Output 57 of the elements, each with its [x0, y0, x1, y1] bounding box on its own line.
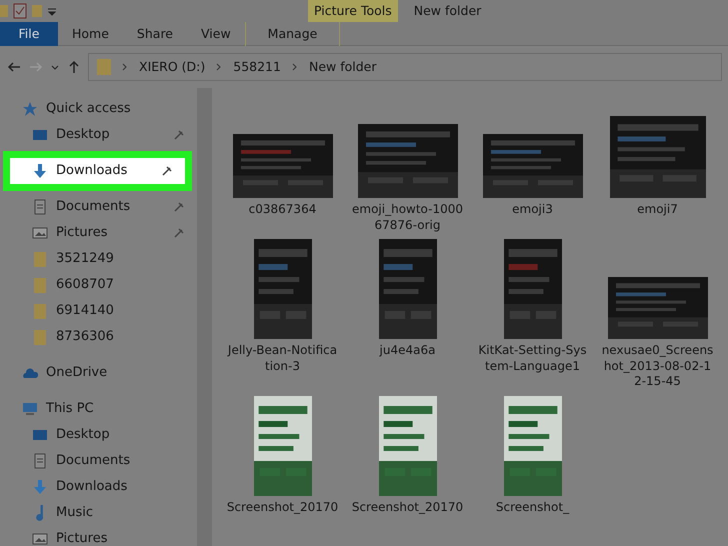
nav-item[interactable]: Documents: [0, 448, 198, 474]
picture-frame-icon: [32, 531, 48, 546]
file-name[interactable]: Screenshot_20170: [226, 500, 338, 516]
context-tab-label: Picture Tools: [308, 0, 398, 22]
file-name[interactable]: emoji_howto-100067876-orig: [352, 202, 464, 234]
chevron-right-icon: [290, 61, 299, 73]
breadcrumb-item[interactable]: New folder: [308, 58, 376, 76]
folder-icon: [32, 303, 48, 319]
download-arrow-icon: [32, 163, 48, 179]
ribbon-tab[interactable]: Share: [122, 22, 187, 46]
file-name[interactable]: c03867364: [226, 202, 338, 218]
ribbon-tab[interactable]: File: [0, 22, 58, 46]
nav-item[interactable]: Music: [0, 500, 198, 526]
ribbon-tab[interactable]: Home: [58, 22, 123, 46]
folder-icon: [32, 277, 48, 293]
address-bar[interactable]: XIERO (D:) 558211 New folder: [88, 53, 722, 81]
chevron-right-icon: [121, 61, 129, 73]
file-name[interactable]: emoji3: [476, 202, 588, 218]
nav-item[interactable]: 6608707: [0, 272, 198, 298]
nav-item[interactable]: Desktop: [0, 122, 198, 148]
document-icon: [32, 199, 48, 215]
folder-icon: [32, 251, 48, 267]
window-title: New folder: [412, 2, 482, 20]
ribbon-tab[interactable]: Manage: [244, 22, 340, 46]
monitor-icon: [32, 427, 48, 443]
breadcrumb-item[interactable]: XIERO (D:): [139, 58, 206, 76]
monitor-icon: [32, 127, 48, 143]
nav-item[interactable]: 8736306: [0, 324, 198, 350]
file-name[interactable]: emoji7: [602, 202, 714, 218]
nav-item[interactable]: This PC: [0, 396, 198, 422]
star-icon: [22, 101, 38, 117]
nav-item[interactable]: Documents: [0, 194, 198, 220]
chevron-right-icon: [215, 61, 224, 73]
breadcrumb-item[interactable]: 558211: [233, 58, 281, 76]
nav-item[interactable]: Desktop: [0, 422, 198, 448]
file-name[interactable]: nexusae0_Screenshot_2013-08-02-12-15-45: [602, 343, 714, 390]
nav-item[interactable]: Pictures: [0, 526, 198, 546]
computer-icon: [22, 401, 38, 417]
file-name[interactable]: ju4e4a6a: [352, 343, 464, 359]
nav-item[interactable]: 6914140: [0, 298, 198, 324]
ribbon-tab[interactable]: View: [187, 22, 245, 46]
download-arrow-icon: [32, 479, 48, 495]
nav-item[interactable]: Downloads: [10, 158, 186, 184]
file-name[interactable]: Screenshot_20170: [352, 500, 464, 516]
picture-frame-icon: [32, 225, 48, 241]
folder-icon: [97, 58, 111, 76]
file-name[interactable]: KitKat-Setting-System-Language1: [476, 343, 588, 374]
file-name[interactable]: Jelly-Bean-Notification-3: [226, 343, 338, 374]
music-note-icon: [36, 505, 44, 521]
nav-item[interactable]: Pictures: [0, 220, 198, 246]
file-name[interactable]: Screenshot_: [476, 500, 588, 516]
nav-item[interactable]: OneDrive: [0, 360, 198, 386]
nav-item[interactable]: 3521249: [0, 246, 198, 272]
nav-item[interactable]: Quick access: [0, 96, 198, 122]
document-icon: [32, 453, 48, 469]
nav-item[interactable]: Downloads: [0, 474, 198, 500]
folder-icon: [32, 329, 48, 345]
